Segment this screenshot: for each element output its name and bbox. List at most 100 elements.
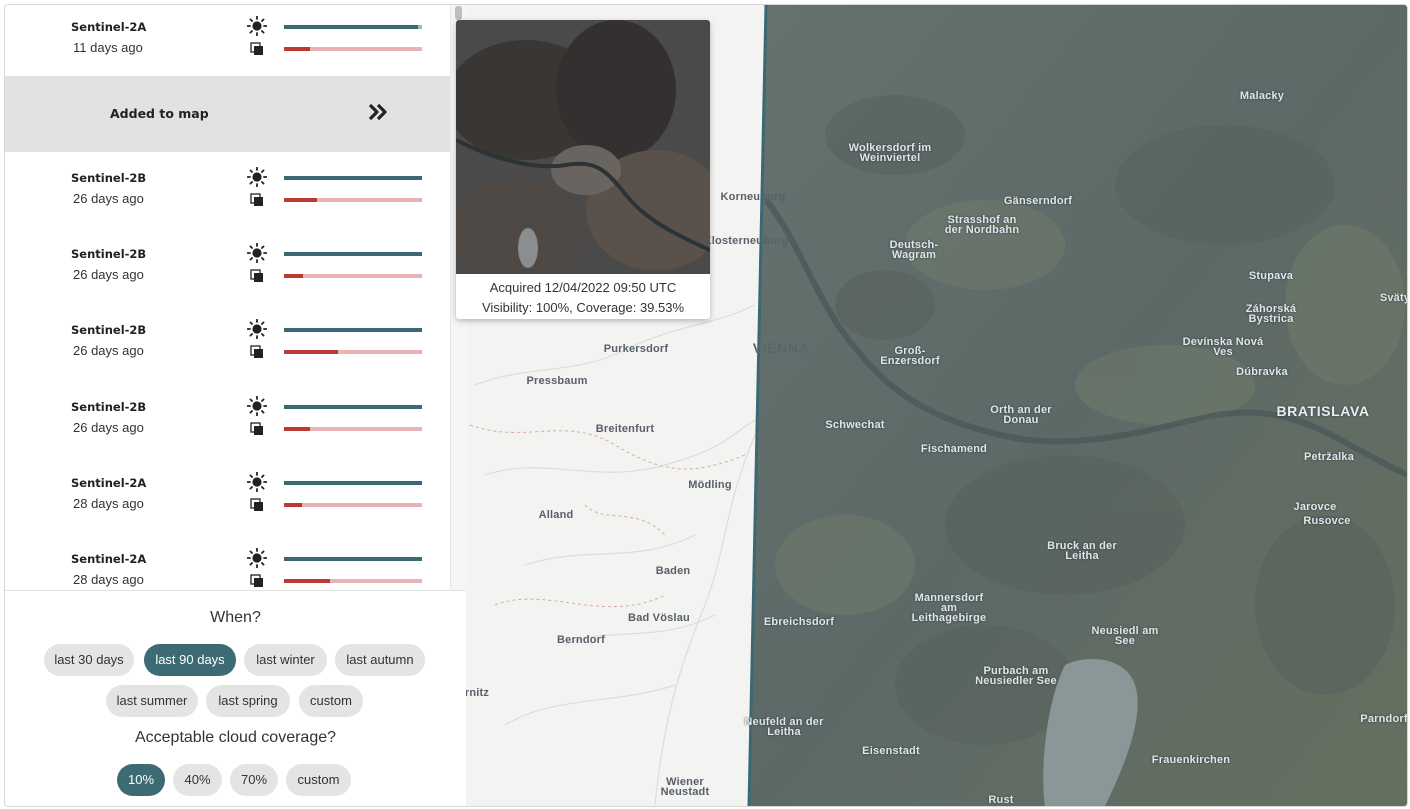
satellite-thumbnail xyxy=(456,20,710,274)
cloud-coverage-icon xyxy=(250,497,264,516)
when-option-last-spring[interactable]: last spring xyxy=(206,685,290,717)
coverage-bar-fill xyxy=(284,350,338,354)
result-row[interactable]: Sentinel-2A 28 days ago xyxy=(5,533,450,590)
coverage-bar xyxy=(284,579,422,583)
place-label: Wiener Neustadt xyxy=(660,776,710,798)
image-preview-tooltip: Acquired 12/04/2022 09:50 UTC Visibility… xyxy=(456,20,710,319)
cloud-coverage-icon xyxy=(250,344,264,363)
place-label: Petržalka xyxy=(1303,451,1355,463)
place-label: Pressbaum xyxy=(526,375,588,387)
sidebar: Added to map Sentinel-2A 11 days ago Senti… xyxy=(5,5,467,806)
place-label: Rusovce xyxy=(1303,515,1351,527)
coverage-bar-fill xyxy=(284,503,302,507)
place-label: Malacky xyxy=(1239,90,1285,102)
visibility-bar xyxy=(284,328,422,332)
satellite-name: Sentinel-2A xyxy=(71,476,147,490)
place-label: Breitenfurt xyxy=(595,423,655,435)
visibility-coverage-text: Visibility: 100%, Coverage: 39.53% xyxy=(481,300,685,315)
place-label: Purbach am Neusiedler See xyxy=(975,665,1057,687)
acquisition-age: 26 days ago xyxy=(73,343,144,358)
place-label: Frauenkirchen xyxy=(1151,754,1231,766)
coverage-bar-fill xyxy=(284,427,311,431)
sun-icon xyxy=(246,166,268,191)
place-label: rnitz xyxy=(465,687,490,699)
place-label: Jarovce xyxy=(1293,501,1337,513)
double-chevron-right-icon xyxy=(368,103,387,121)
when-option-last-90-days[interactable]: last 90 days xyxy=(144,644,236,676)
place-label: Eisenstadt xyxy=(862,745,920,757)
result-row[interactable]: Sentinel-2A 11 days ago xyxy=(5,5,450,77)
place-label: Rust xyxy=(988,794,1014,806)
place-label: Parndorf xyxy=(1360,713,1407,725)
place-label: Purkersdorf xyxy=(603,343,669,355)
place-label: Dúbravka xyxy=(1236,366,1288,378)
visibility-bar xyxy=(284,481,422,485)
cloud-option-40[interactable]: 40% xyxy=(173,764,222,796)
sun-icon xyxy=(246,242,268,267)
when-option-custom[interactable]: custom xyxy=(299,685,363,717)
visibility-bar xyxy=(284,557,422,561)
place-label: Deutsch- Wagram xyxy=(889,239,939,261)
place-label: Alland xyxy=(538,509,574,521)
result-row[interactable]: Sentinel-2B 26 days ago xyxy=(5,152,450,228)
cloud-coverage-question: Acceptable cloud coverage? xyxy=(134,729,337,746)
satellite-name: Sentinel-2A xyxy=(71,552,147,566)
visibility-bar xyxy=(284,176,422,180)
satellite-name: Sentinel-2B xyxy=(71,400,147,414)
visibility-bar-fill xyxy=(284,405,422,409)
result-row[interactable]: Sentinel-2A 28 days ago xyxy=(5,457,450,533)
app-frame: Malacky Wolkersdorf im Weinviertel Gänse… xyxy=(4,4,1408,807)
added-to-map-button[interactable]: Added to map xyxy=(5,76,450,152)
cloud-coverage-icon xyxy=(250,573,264,590)
when-option-last-winter[interactable]: last winter xyxy=(244,644,327,676)
when-question: When? xyxy=(210,609,261,626)
place-label: Bruck an der Leitha xyxy=(1047,540,1117,562)
when-option-last-30-days[interactable]: last 30 days xyxy=(44,644,134,676)
place-label: Groß- Enzersdorf xyxy=(880,345,940,367)
place-label: Wolkersdorf im Weinviertel xyxy=(848,142,932,164)
cloud-option-70[interactable]: 70% xyxy=(230,764,278,796)
result-row[interactable]: Sentinel-2B 26 days ago xyxy=(5,228,450,304)
coverage-bar xyxy=(284,198,422,202)
acquisition-age: 28 days ago xyxy=(73,572,144,587)
sun-icon xyxy=(246,395,268,420)
coverage-bar-track xyxy=(284,274,422,278)
coverage-bar-fill xyxy=(284,274,304,278)
results-list[interactable]: Added to map Sentinel-2A 11 days ago Senti… xyxy=(5,5,450,590)
place-label: Korneuburg xyxy=(720,191,786,203)
place-label: Mannersdorf am Leithagebirge xyxy=(911,592,987,624)
satellite-name: Sentinel-2B xyxy=(71,323,147,337)
scrollbar-thumb[interactable] xyxy=(455,6,462,20)
result-row[interactable]: Sentinel-2B 26 days ago xyxy=(5,381,450,457)
coverage-bar xyxy=(284,427,422,431)
result-row[interactable]: Sentinel-2B 26 days ago xyxy=(5,304,450,380)
place-label: Baden xyxy=(655,565,691,577)
coverage-bar-fill xyxy=(284,579,330,583)
cloud-coverage-icon xyxy=(250,192,264,211)
place-label: Gänserndorf xyxy=(1003,195,1073,207)
acquisition-age: 26 days ago xyxy=(73,191,144,206)
filter-panel: When? last 30 days last 90 days last win… xyxy=(5,590,466,806)
visibility-bar-fill xyxy=(284,557,422,561)
place-label: Klosterneuburg xyxy=(703,235,789,247)
when-option-last-autumn[interactable]: last autumn xyxy=(335,644,425,676)
added-to-map-label: Added to map xyxy=(110,106,209,121)
cloud-option-10[interactable]: 10% xyxy=(117,764,165,796)
when-option-last-summer[interactable]: last summer xyxy=(106,685,198,717)
acquisition-age: 26 days ago xyxy=(73,267,144,282)
place-label: Neufeld an der Leitha xyxy=(744,716,824,738)
sun-icon xyxy=(246,318,268,343)
acquisition-age: 11 days ago xyxy=(73,40,143,55)
place-label: Mödling xyxy=(688,479,732,491)
capital-label: BRATISLAVA xyxy=(1276,403,1370,419)
satellite-name: Sentinel-2A xyxy=(71,20,147,34)
place-label: Záhorská Bystrica xyxy=(1245,303,1297,325)
cloud-option-custom[interactable]: custom xyxy=(286,764,351,796)
visibility-bar xyxy=(284,405,422,409)
sun-icon xyxy=(246,547,268,572)
place-label: Devínska Nová Ves xyxy=(1182,336,1264,358)
coverage-bar-fill xyxy=(284,198,318,202)
place-label: Berndorf xyxy=(556,634,606,646)
visibility-bar-fill xyxy=(284,252,422,256)
satellite-name: Sentinel-2B xyxy=(71,171,147,185)
